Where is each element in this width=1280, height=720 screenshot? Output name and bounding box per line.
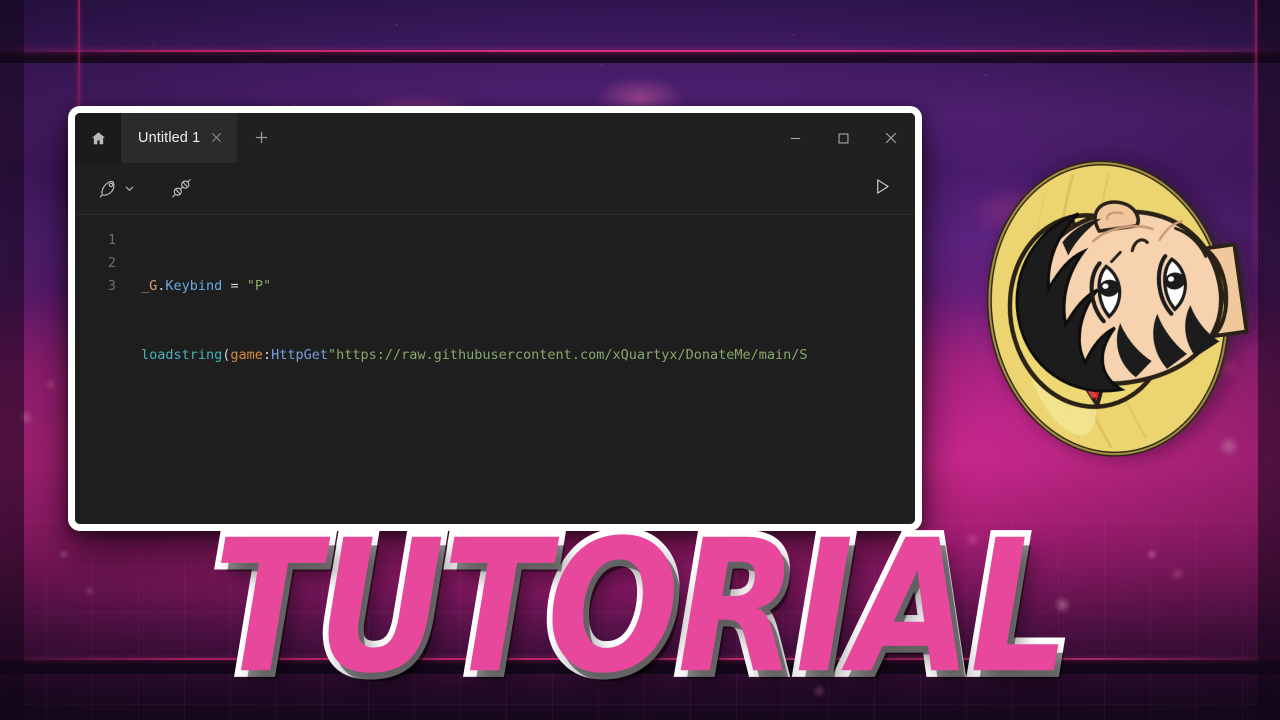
play-icon [873, 177, 892, 201]
inject-button[interactable] [165, 173, 198, 204]
toolbar-left-group [89, 169, 202, 208]
plug-connect-icon [170, 177, 193, 200]
minimize-button[interactable] [771, 113, 819, 163]
code-content[interactable]: _G.Keybind = "P" loadstring(game:HttpGet… [127, 215, 915, 524]
home-icon [90, 130, 107, 147]
maximize-icon [837, 132, 850, 145]
new-tab-button[interactable] [237, 113, 286, 163]
code-token: loadstring [141, 347, 223, 363]
run-button[interactable] [866, 172, 899, 206]
line-number: 2 [107, 255, 116, 271]
execute-script-button[interactable] [93, 174, 140, 204]
code-editor-area[interactable]: 1 2 3 _G.Keybind = "P" loadstring(game:H… [75, 215, 915, 524]
window-body: Untitled 1 1 2 3 _G.Keybind = "P" loadst… [75, 113, 915, 524]
home-button[interactable] [75, 113, 121, 163]
editor-toolbar [75, 163, 915, 215]
minimize-icon [789, 132, 802, 145]
plus-icon [254, 128, 269, 149]
code-token: Keybind [165, 278, 223, 294]
tab-label: Untitled 1 [138, 130, 201, 146]
close-icon [884, 131, 898, 145]
code-token: "P" [246, 278, 272, 294]
code-token: "https://raw.githubusercontent.com/xQuar… [327, 347, 808, 363]
line-number: 1 [107, 232, 116, 248]
line-number-gutter: 1 2 3 [75, 215, 127, 524]
screenshot-root: Untitled 1 1 2 3 _G.Keybind = "P" loadst… [0, 0, 1280, 720]
tab-close-icon[interactable] [209, 129, 224, 147]
tabbar-drag-region [285, 113, 771, 163]
chevron-down-icon [124, 183, 135, 194]
code-token: _G [141, 278, 158, 294]
line-number: 3 [107, 278, 116, 294]
code-token: = [222, 278, 247, 294]
close-button[interactable] [867, 113, 915, 163]
script-executor-window: Untitled 1 1 2 3 _G.Keybind = "P" loadst… [68, 106, 922, 531]
code-token: HttpGet [271, 347, 328, 363]
code-line: loadstring(game:HttpGet"https://raw.gith… [141, 344, 915, 367]
tab-untitled-1[interactable]: Untitled 1 [121, 113, 238, 163]
code-line: _G.Keybind = "P" [141, 275, 915, 298]
title-tab-bar: Untitled 1 [75, 113, 915, 163]
code-token: : [262, 347, 272, 363]
rocket-icon [98, 178, 120, 200]
window-controls [771, 113, 915, 163]
code-token: game [230, 347, 263, 363]
maximize-button[interactable] [819, 113, 867, 163]
